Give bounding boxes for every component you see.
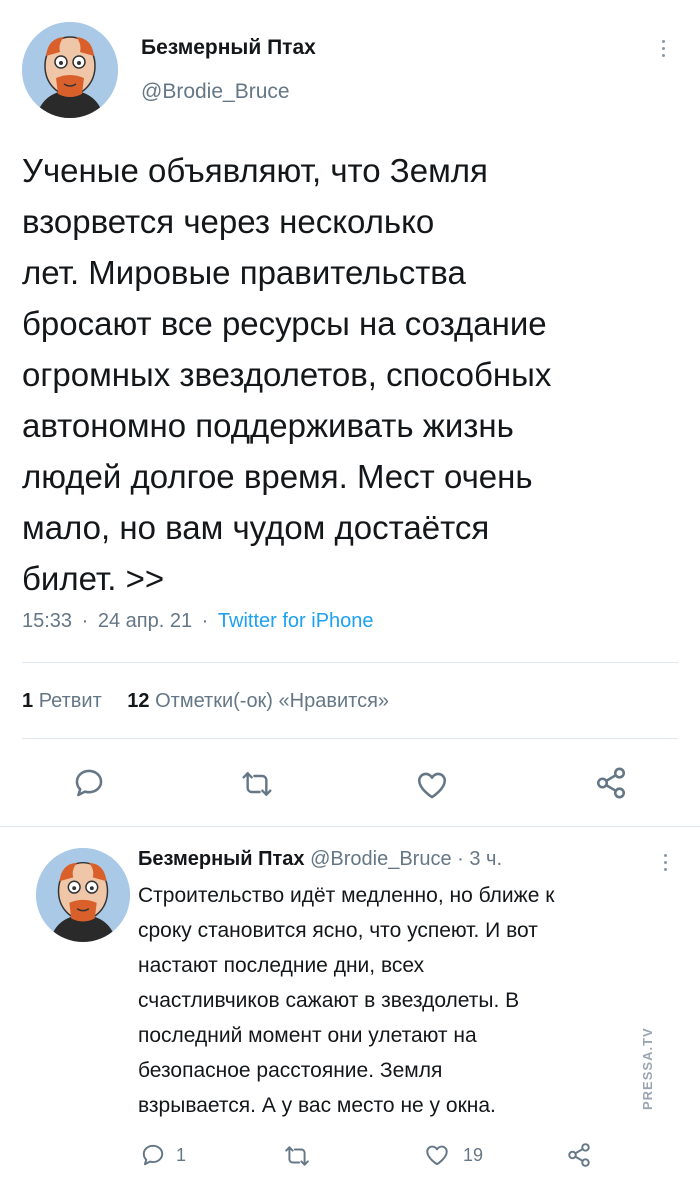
reply-reply-button[interactable]: 1 [140,1142,186,1168]
divider [0,826,700,827]
reply-button[interactable] [72,766,106,800]
reply-text: Строительство идёт медленно, но ближе к … [138,878,554,1123]
share-icon [596,767,626,799]
reply-text-line: настают последние дни, всех [138,954,425,977]
tweet-text-line: людей долгое время. Мест очень [22,458,533,495]
reply-icon [142,1144,164,1166]
tweet-text-line: мало, но вам чудом достаётся [22,509,490,546]
like-button[interactable] [414,768,450,802]
tweet-text-line: огромных звездолетов, способных [22,356,552,393]
reply-like-button[interactable]: 19 [423,1142,483,1168]
reply-text-line: взрывается. А у вас место не у окна. [138,1094,496,1117]
tweet-time[interactable]: 15:33 [22,610,72,632]
reply-text-line: сроку становится ясно, что успеют. И вот [138,919,538,942]
reply-handle[interactable]: @Brodie_Bruce [310,848,451,870]
tweet-text-line: билет. >> [22,560,165,597]
separator: · [201,610,209,632]
reply-more-icon[interactable] [657,854,673,871]
avatar-illustration [22,22,118,118]
reply-count: 1 [176,1144,187,1165]
tweet-text-line: бросают все ресурсы на создание [22,305,547,342]
more-icon[interactable] [655,40,671,57]
reply-like-count: 19 [463,1144,484,1165]
reply-header: Безмерный Птах @Brodie_Bruce · 3 ч. [138,848,502,871]
reply-icon [75,769,103,797]
reply-text-line: безопасное расстояние. Земля [138,1059,443,1082]
tweet-text: Ученые объявляют, что Земля взорвется че… [22,145,551,604]
retweet-icon [285,1146,309,1166]
reply-avatar[interactable] [36,848,130,942]
like-icon [417,772,447,799]
like-icon [426,1145,448,1166]
timestamp-row: 15:33 · 24 апр. 21 · Twitter for iPhone [22,610,374,633]
reply-display-name[interactable]: Безмерный Птах [138,848,305,870]
like-label: Отметки(-ок) «Нравится» [155,690,390,712]
share-icon [568,1143,590,1167]
reply-text-line: Строительство идёт медленно, но ближе к [138,884,555,907]
retweet-label: Ретвит [38,690,102,712]
tweet-text-line: автономно поддерживать жизнь [22,407,514,444]
avatar-illustration [36,848,130,942]
reply-share-button[interactable] [566,1142,592,1168]
tweet-text-line: взорвется через несколько [22,203,435,240]
share-button[interactable] [594,766,628,800]
tweet-source[interactable]: Twitter for iPhone [218,610,374,632]
reply-retweet-button[interactable] [283,1143,311,1169]
watermark-text: PRESSA.TV [640,1027,655,1110]
retweet-icon [242,772,272,796]
stats-row: 1 Ретвит 12 Отметки(-ок) «Нравится» [22,690,389,713]
like-count: 12 [127,690,150,712]
watermark: PRESSA.TV [640,1000,656,1110]
avatar[interactable] [22,22,118,118]
retweet-stat[interactable]: 1 Ретвит [22,690,107,712]
user-handle[interactable]: @Brodie_Bruce [141,80,290,104]
reply-time[interactable]: · 3 ч. [457,848,502,870]
like-stat[interactable]: 12 Отметки(-ок) «Нравится» [127,690,389,712]
reply-text-line: последний момент они улетают на [138,1024,477,1047]
retweet-count: 1 [22,690,34,712]
retweet-button[interactable] [239,768,275,800]
display-name[interactable]: Безмерный Птах [141,36,316,60]
divider [22,662,678,663]
divider [22,738,678,739]
separator: · [81,610,89,632]
tweet-date[interactable]: 24 апр. 21 [98,610,192,632]
tweet-text-line: лет. Мировые правительства [22,254,466,291]
tweet-text-line: Ученые объявляют, что Земля [22,152,488,189]
reply-text-line: счастливчиков сажают в звездолеты. В [138,989,520,1012]
